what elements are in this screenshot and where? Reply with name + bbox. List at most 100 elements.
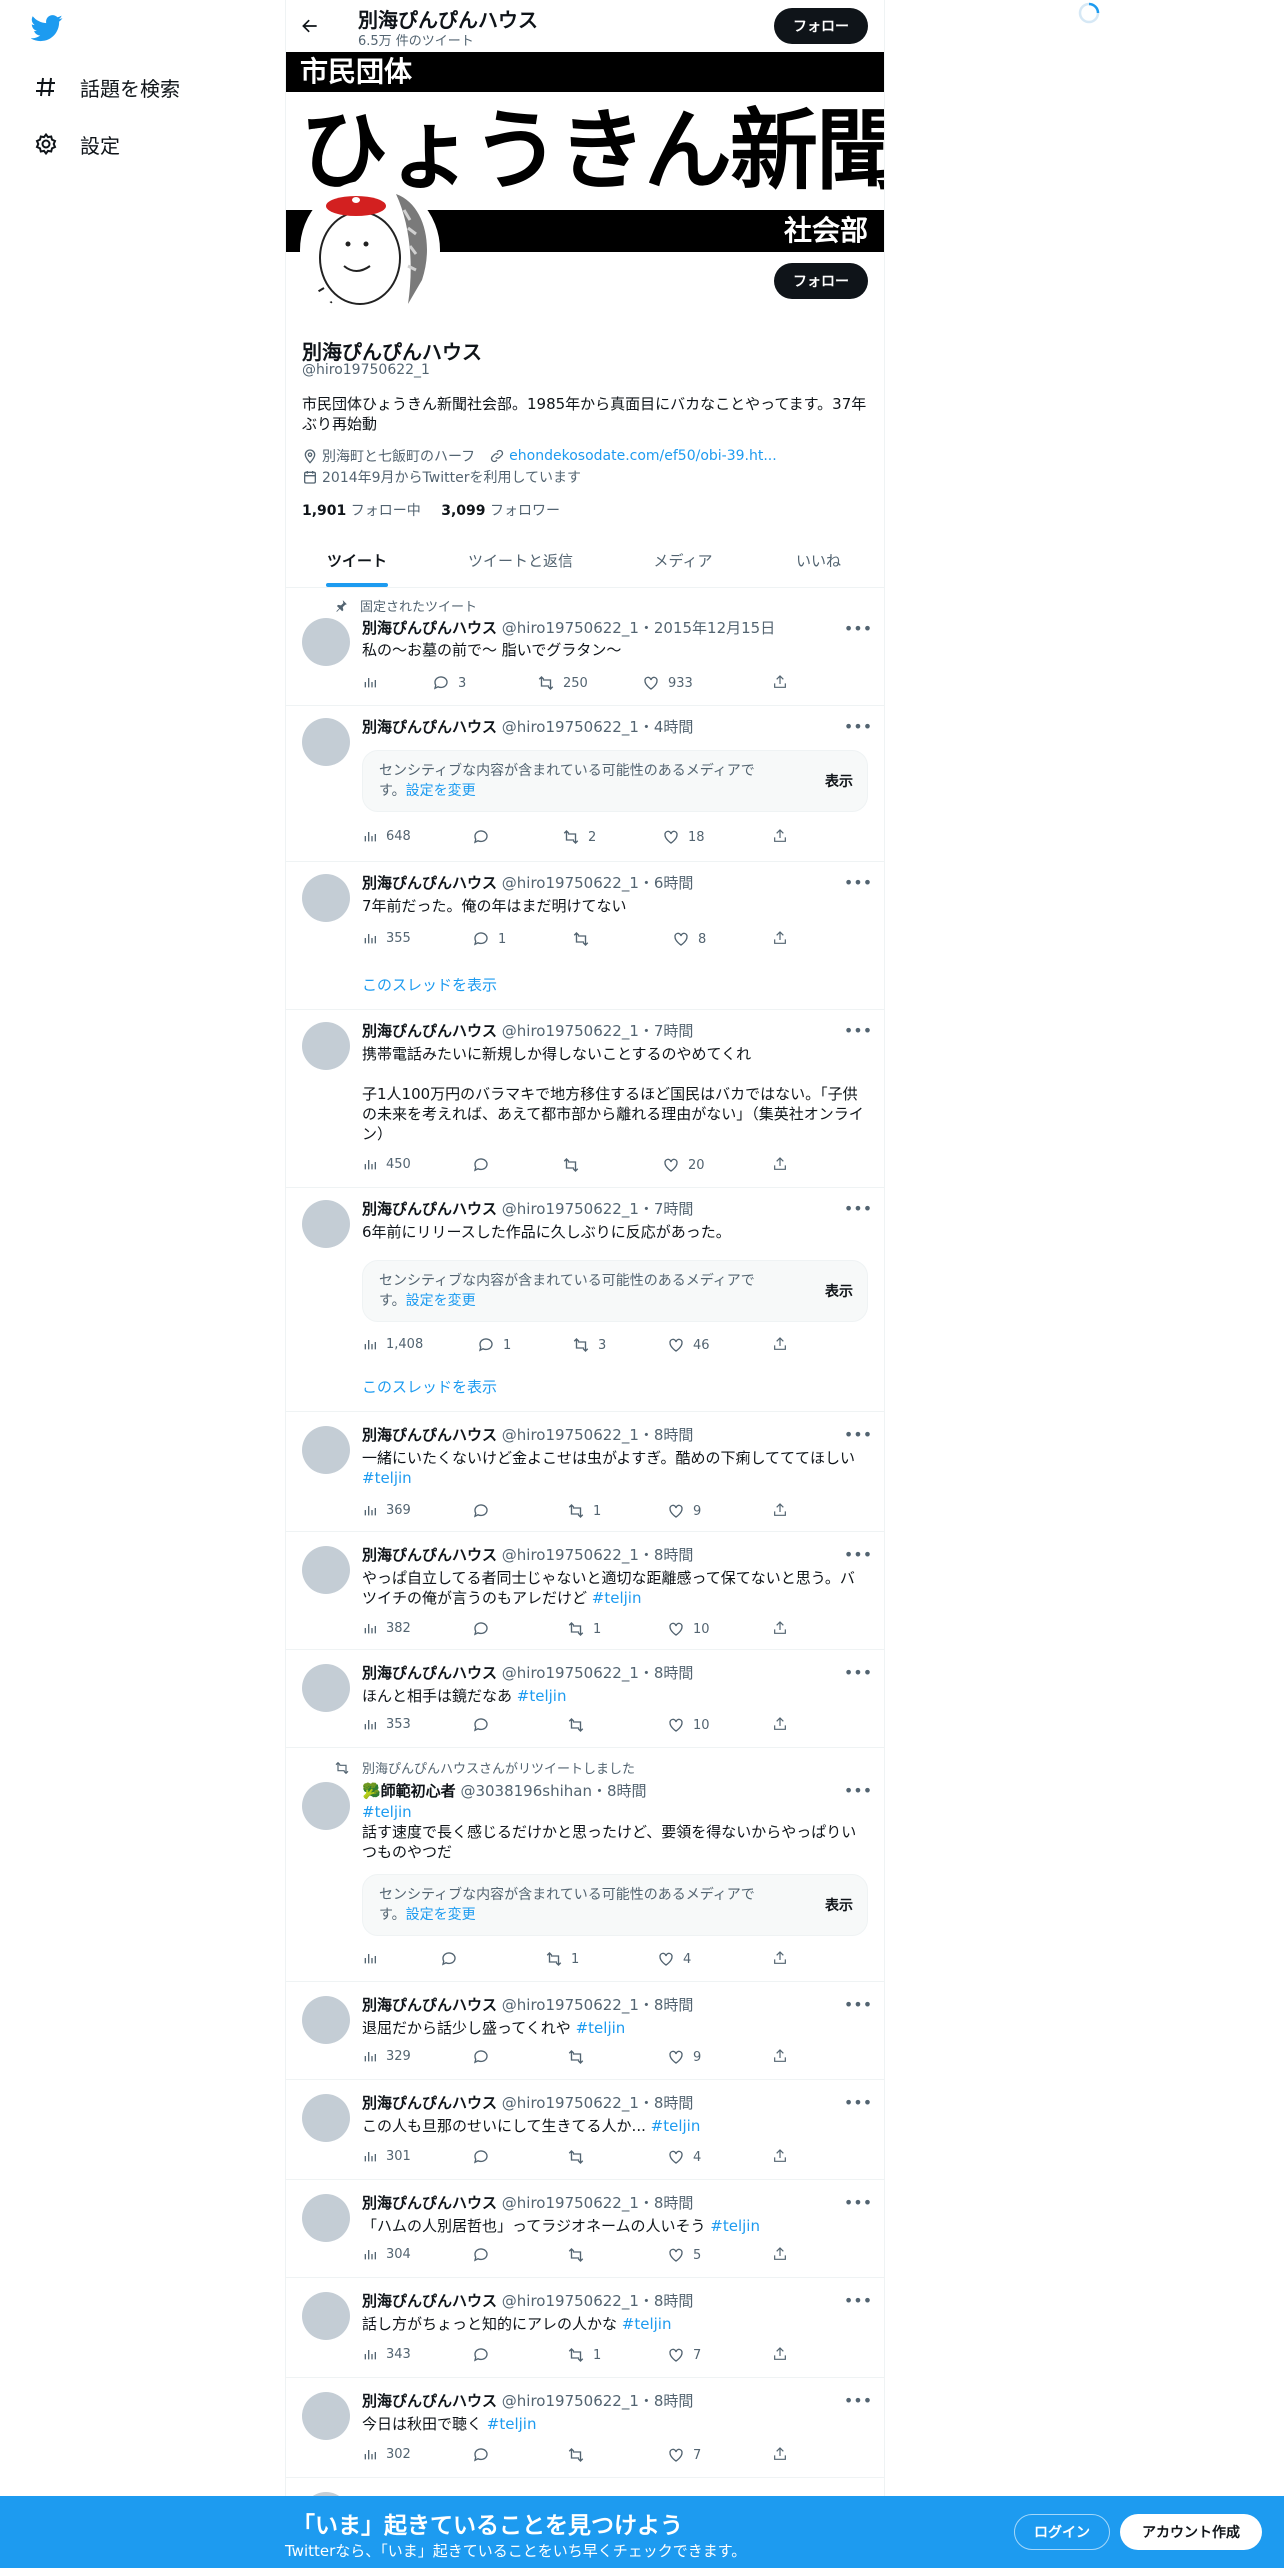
retweet-button[interactable] <box>567 2148 593 2166</box>
like-button[interactable]: 5 <box>667 2246 701 2264</box>
avatar[interactable] <box>302 1996 350 2044</box>
retweet-button[interactable] <box>567 2446 593 2464</box>
show-media-button[interactable]: 表示 <box>825 1895 853 1915</box>
reply-button[interactable] <box>472 2446 498 2464</box>
like-button[interactable]: 4 <box>667 2148 701 2166</box>
profile-url-link[interactable]: ehondekosodate.com/ef50/obi-39.ht... <box>509 448 777 464</box>
retweet-button[interactable]: 1 <box>545 1950 579 1968</box>
tweet[interactable]: 別海ぴんぴんハウス @hiro19750622_1・6時間 ••• 7年前だった… <box>286 862 884 1010</box>
views-button[interactable]: 648 <box>362 828 411 844</box>
like-button[interactable]: 46 <box>667 1336 710 1354</box>
retweet-button[interactable] <box>567 1716 593 1734</box>
views-button[interactable]: 369 <box>362 1502 411 1518</box>
views-button[interactable]: 355 <box>362 930 411 946</box>
tab-likes[interactable]: いいね <box>753 534 884 587</box>
change-settings-link[interactable]: 設定を変更 <box>406 1907 476 1923</box>
like-button[interactable]: 10 <box>667 1716 710 1734</box>
tweet[interactable]: 別海ぴんぴんハウス @hiro19750622_1・7時間 ••• 6年前にリリ… <box>286 1188 884 1412</box>
views-button[interactable]: 1,408 <box>362 1336 423 1352</box>
following-link[interactable]: 1,901 フォロー中 <box>302 503 421 519</box>
retweet-button[interactable]: 2 <box>562 828 596 846</box>
more-icon[interactable]: ••• <box>844 1994 872 2014</box>
change-settings-link[interactable]: 設定を変更 <box>406 1293 476 1309</box>
change-settings-link[interactable]: 設定を変更 <box>406 783 476 799</box>
hashtag-link[interactable]: #teljin <box>517 1687 567 1705</box>
like-button[interactable]: 20 <box>662 1156 705 1174</box>
retweet-button[interactable]: 3 <box>572 1336 606 1354</box>
views-button[interactable]: 343 <box>362 2346 411 2362</box>
tweet[interactable]: 別海ぴんぴんハウス @hiro19750622_1・8時間 ••• ほんと相手は… <box>286 1650 884 1748</box>
like-button[interactable]: 18 <box>662 828 705 846</box>
tweet[interactable]: 別海ぴんぴんハウス @hiro19750622_1・7時間 ••• 携帯電話みた… <box>286 1010 884 1188</box>
show-thread-link[interactable]: このスレッドを表示 <box>362 974 497 995</box>
retweet-button[interactable]: 250 <box>537 674 588 692</box>
context-text[interactable]: 別海ぴんぴんハウスさんがリツイートしました <box>362 1758 635 1777</box>
views-button[interactable]: 304 <box>362 2246 411 2262</box>
author-name[interactable]: 別海ぴんぴんハウス <box>362 2292 497 2310</box>
tweet[interactable]: 別海ぴんぴんハウス @hiro19750622_1・8時間 ••• 今日は秋田で… <box>286 2378 884 2478</box>
share-button[interactable] <box>772 1156 796 1172</box>
more-icon[interactable]: ••• <box>844 2092 872 2112</box>
like-button[interactable]: 10 <box>667 1620 710 1638</box>
tab-media[interactable]: メディア <box>613 534 753 587</box>
login-button[interactable]: ログイン <box>1014 2514 1110 2550</box>
nav-settings[interactable]: 設定 <box>32 124 120 164</box>
author-name[interactable]: 別海ぴんぴんハウス <box>362 1996 497 2014</box>
avatar[interactable] <box>302 1426 350 1474</box>
views-button[interactable]: 382 <box>362 1620 411 1636</box>
share-button[interactable] <box>772 1502 796 1518</box>
more-icon[interactable]: ••• <box>844 1424 872 1444</box>
retweet-button[interactable]: 1 <box>567 1502 601 1520</box>
tweet[interactable]: 別海ぴんぴんハウス @hiro19750622_1・4時間 ••• センシティブ… <box>286 706 884 862</box>
hashtag-link[interactable]: #teljin <box>362 1469 412 1487</box>
author-name[interactable]: 別海ぴんぴんハウス <box>362 1200 497 1218</box>
avatar[interactable] <box>302 1546 350 1594</box>
reply-button[interactable] <box>472 2048 498 2066</box>
tweet[interactable]: 別海ぴんぴんハウス @hiro19750622_1・8時間 ••• この人も旦那… <box>286 2080 884 2180</box>
like-button[interactable]: 4 <box>657 1950 691 1968</box>
reply-button[interactable]: 3 <box>432 674 466 692</box>
share-button[interactable] <box>772 2346 796 2362</box>
share-button[interactable] <box>772 674 796 690</box>
reply-button[interactable] <box>472 2148 498 2166</box>
views-button[interactable]: 450 <box>362 1156 411 1172</box>
more-icon[interactable]: ••• <box>844 1198 872 1218</box>
more-icon[interactable]: ••• <box>844 2290 872 2310</box>
author-name[interactable]: 別海ぴんぴんハウス <box>362 619 497 637</box>
author-name[interactable]: 別海ぴんぴんハウス <box>362 1664 497 1682</box>
reply-button[interactable] <box>472 2246 498 2264</box>
tweet[interactable]: 別海ぴんぴんハウス @hiro19750622_1・8時間 ••• 「ハムの人別… <box>286 2180 884 2278</box>
avatar[interactable] <box>302 1664 350 1712</box>
like-button[interactable]: 8 <box>672 930 706 948</box>
avatar[interactable] <box>302 1200 350 1248</box>
author-name[interactable]: 別海ぴんぴんハウス <box>362 1546 497 1564</box>
tweet[interactable]: 固定されたツイート 別海ぴんぴんハウス @hiro19750622_1・2015… <box>286 588 884 706</box>
share-button[interactable] <box>772 2148 796 2164</box>
retweet-button[interactable] <box>567 2246 593 2264</box>
share-button[interactable] <box>772 1620 796 1636</box>
tweet[interactable]: 別海ぴんぴんハウスさんがリツイートしました 🥦師範初心者 @3038196shi… <box>286 1748 884 1982</box>
profile-follow-button[interactable]: フォロー <box>774 263 868 299</box>
tab-tweets[interactable]: ツイート <box>286 534 428 587</box>
hashtag-link[interactable]: #teljin <box>710 2217 760 2235</box>
hashtag-link[interactable]: #teljin <box>576 2019 626 2037</box>
reply-button[interactable] <box>472 1716 498 1734</box>
share-button[interactable] <box>772 1716 796 1732</box>
show-thread-link[interactable]: このスレッドを表示 <box>362 1376 497 1397</box>
hashtag-link[interactable]: #teljin <box>362 1803 412 1821</box>
avatar[interactable] <box>302 2194 350 2242</box>
share-button[interactable] <box>772 828 796 844</box>
like-button[interactable]: 7 <box>667 2446 701 2464</box>
share-button[interactable] <box>772 2246 796 2262</box>
more-icon[interactable]: ••• <box>844 2192 872 2212</box>
views-button[interactable]: 302 <box>362 2446 411 2462</box>
hashtag-link[interactable]: #teljin <box>622 2315 672 2333</box>
tab-tweets-and-replies[interactable]: ツイートと返信 <box>428 534 613 587</box>
retweet-button[interactable] <box>572 930 598 948</box>
views-button[interactable]: 329 <box>362 2048 411 2064</box>
views-button[interactable]: 301 <box>362 2148 411 2164</box>
avatar[interactable] <box>302 718 350 766</box>
author-name[interactable]: 別海ぴんぴんハウス <box>362 874 497 892</box>
retweet-button[interactable] <box>567 2048 593 2066</box>
like-button[interactable]: 933 <box>642 674 693 692</box>
